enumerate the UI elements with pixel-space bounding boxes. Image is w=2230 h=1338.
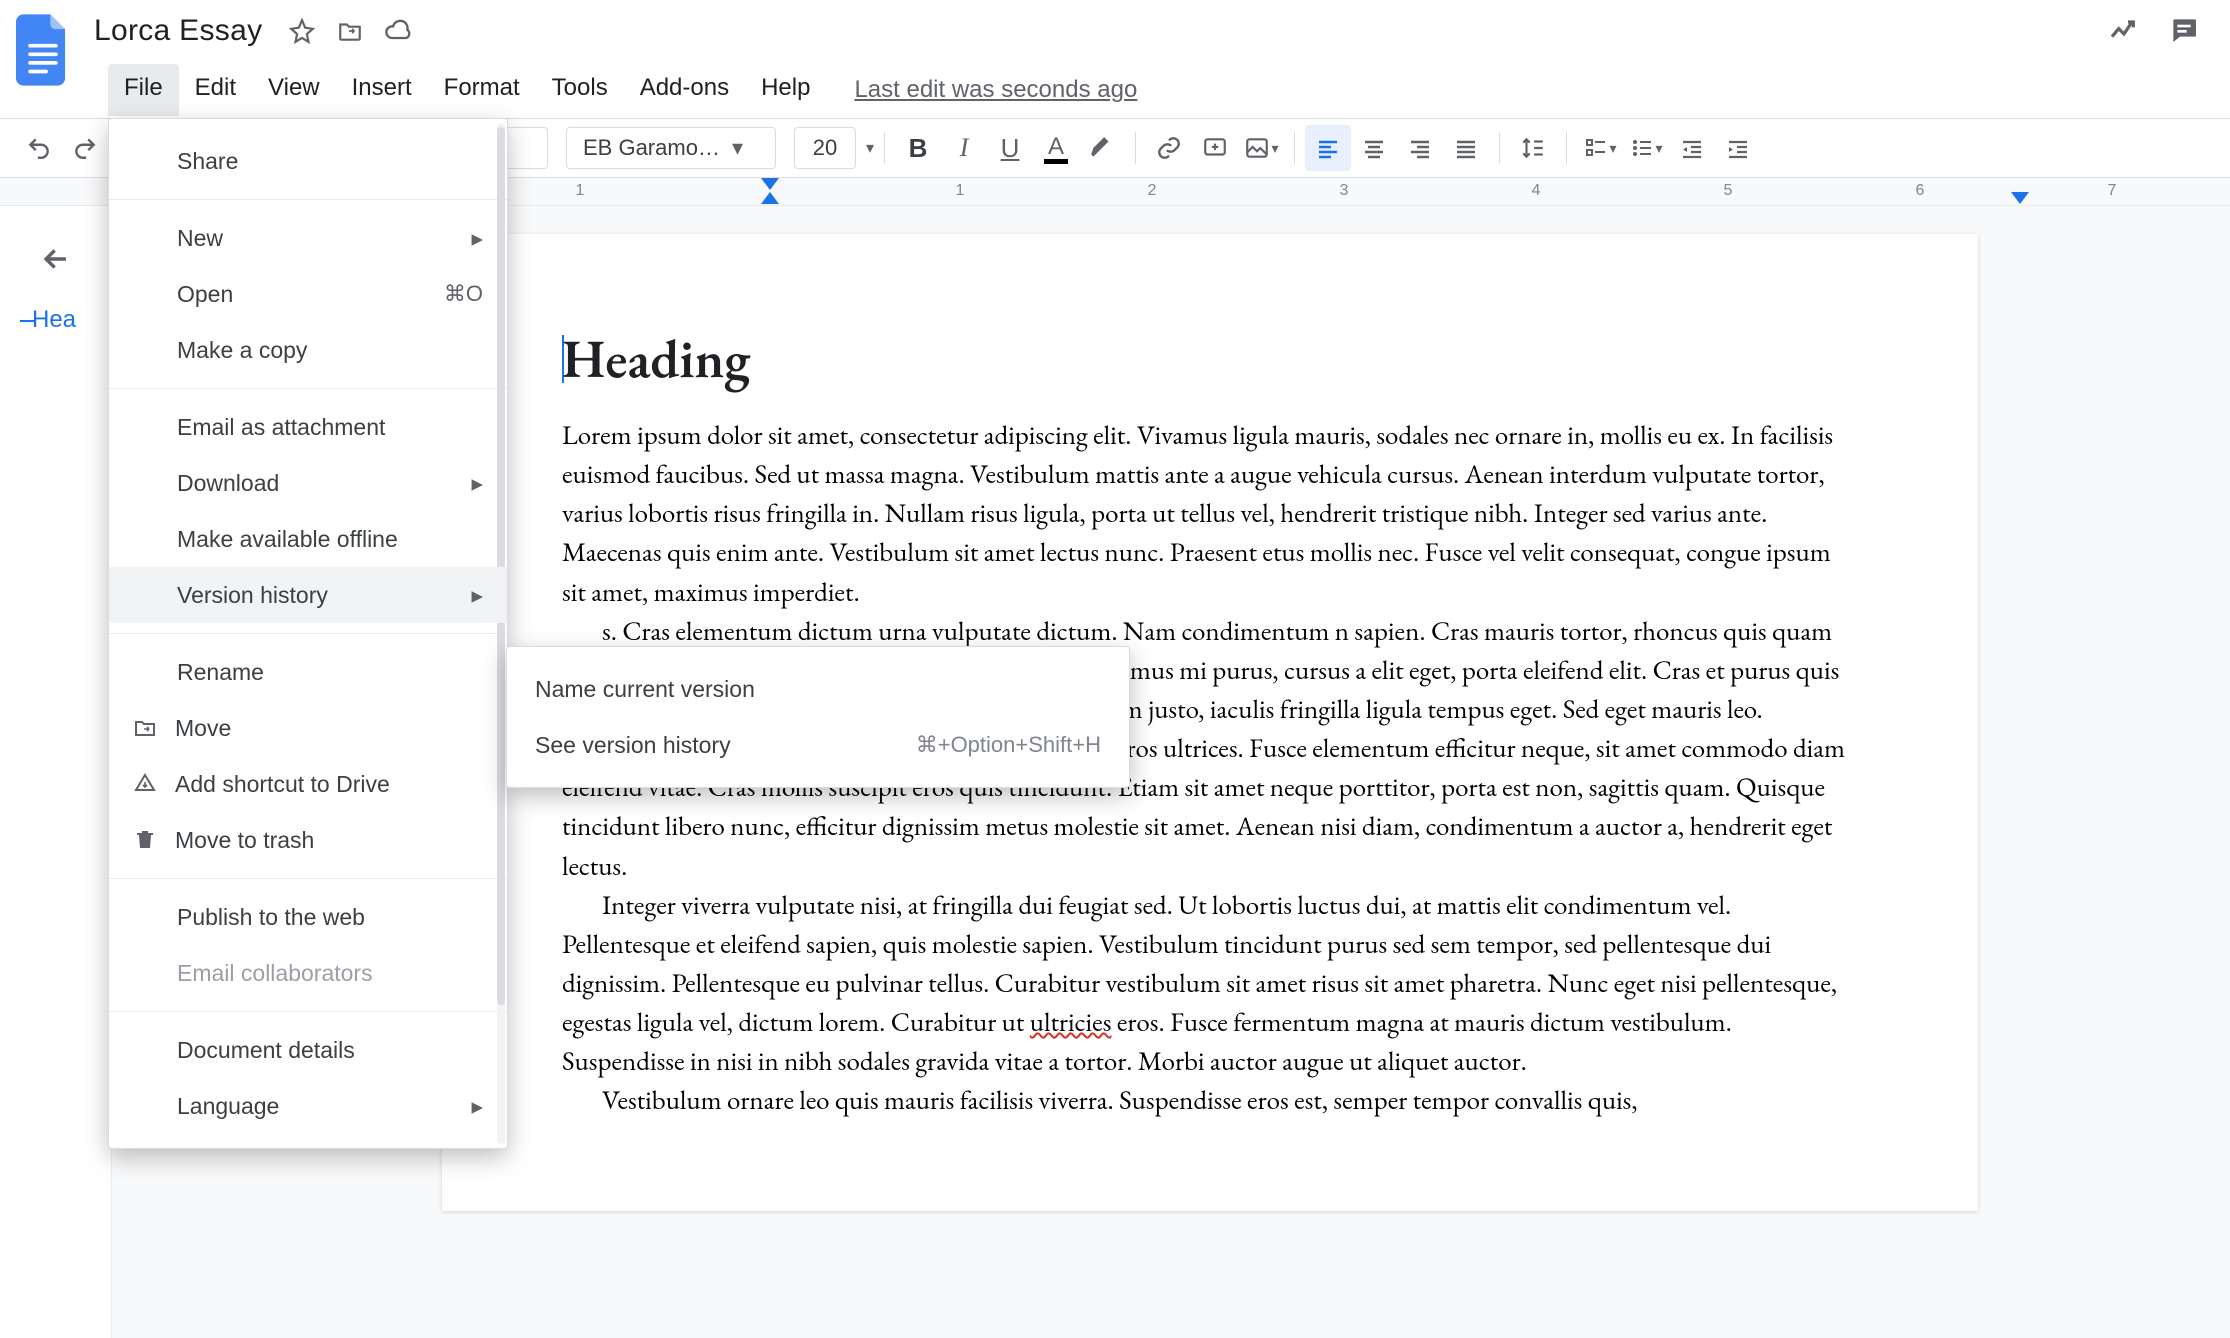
file-menu-publish-web[interactable]: Publish to the web [109, 889, 507, 945]
text-color-button[interactable]: A [1033, 125, 1079, 171]
file-menu-language[interactable]: Language▸ [109, 1078, 507, 1134]
underline-button[interactable]: U [987, 125, 1033, 171]
highlight-color-button[interactable] [1079, 125, 1125, 171]
ruler-right-indent-marker[interactable] [2011, 192, 2029, 204]
file-menu-move[interactable]: Move [109, 700, 507, 756]
activity-trend-icon[interactable] [2108, 14, 2140, 46]
shortcut-label: ⌘O [444, 281, 483, 307]
file-menu-add-shortcut[interactable]: Add shortcut to Drive [109, 756, 507, 812]
move-folder-icon [133, 716, 157, 740]
ruler-first-line-marker[interactable] [761, 178, 779, 190]
file-menu-make-copy[interactable]: Make a copy [109, 322, 507, 378]
file-menu-new[interactable]: New▸ [109, 210, 507, 266]
file-menu-open[interactable]: Open⌘O [109, 266, 507, 322]
doc-heading: Heading [562, 324, 1858, 394]
font-family-label: EB Garamo… [583, 135, 720, 161]
outline-heading-label: Hea [32, 306, 76, 334]
outline-heading-item[interactable]: Hea [0, 306, 111, 334]
caret-down-icon[interactable]: ▾ [866, 138, 874, 158]
undo-button[interactable] [16, 125, 62, 171]
doc-paragraph: Vestibulum ornare leo quis mauris facili… [562, 1081, 1858, 1120]
file-menu-rename[interactable]: Rename [109, 644, 507, 700]
file-menu-email-attachment[interactable]: Email as attachment [109, 399, 507, 455]
ruler-number: 6 [1916, 182, 1925, 200]
cloud-status-icon[interactable] [382, 15, 414, 47]
insert-comment-button[interactable] [1192, 125, 1238, 171]
bold-button[interactable]: B [895, 125, 941, 171]
menu-file[interactable]: File [108, 64, 179, 116]
outline-panel: Hea [0, 206, 112, 1338]
ruler-number: 3 [1340, 182, 1349, 200]
insert-image-button[interactable]: ▾ [1238, 125, 1284, 171]
submenu-name-current-version[interactable]: Name current version [507, 661, 1129, 717]
font-size-input[interactable]: 20 [794, 127, 856, 169]
file-menu-download[interactable]: Download▸ [109, 455, 507, 511]
font-family-select[interactable]: EB Garamo… ▾ [566, 127, 776, 169]
file-menu-document-details[interactable]: Document details [109, 1022, 507, 1078]
file-menu-make-offline[interactable]: Make available offline [109, 511, 507, 567]
menu-insert[interactable]: Insert [336, 64, 428, 116]
drive-shortcut-icon [133, 772, 157, 796]
ruler-number: 1 [956, 182, 965, 200]
align-right-button[interactable] [1397, 125, 1443, 171]
decrease-indent-button[interactable] [1669, 125, 1715, 171]
ruler-number: 4 [1532, 182, 1541, 200]
file-menu-dropdown: Share New▸ Open⌘O Make a copy Email as a… [108, 118, 508, 1149]
bulleted-list-button[interactable]: ▾ [1623, 125, 1669, 171]
ruler-number: 5 [1724, 182, 1733, 200]
outline-back-button[interactable] [39, 242, 73, 276]
star-icon[interactable] [286, 15, 318, 47]
menu-addons[interactable]: Add-ons [624, 64, 745, 116]
document-title[interactable]: Lorca Essay [88, 14, 268, 48]
submenu-see-version-history[interactable]: See version history⌘+Option+Shift+H [507, 717, 1129, 773]
menu-help[interactable]: Help [745, 64, 826, 116]
shortcut-label: ⌘+Option+Shift+H [916, 732, 1101, 758]
file-menu-email-collaborators: Email collaborators [109, 945, 507, 1001]
chevron-right-icon: ▸ [471, 470, 483, 497]
trash-icon [133, 828, 157, 852]
redo-button[interactable] [62, 125, 108, 171]
docs-logo-icon[interactable] [16, 14, 70, 86]
checklist-button[interactable]: ▾ [1577, 125, 1623, 171]
align-justify-button[interactable] [1443, 125, 1489, 171]
line-spacing-button[interactable] [1510, 125, 1556, 171]
doc-paragraph: Lorem ipsum dolor sit amet, consectetur … [562, 416, 1858, 612]
menu-tools[interactable]: Tools [536, 64, 624, 116]
ruler-left-indent-marker[interactable] [761, 192, 779, 204]
comments-icon[interactable] [2168, 14, 2200, 46]
chevron-right-icon: ▸ [471, 225, 483, 252]
file-menu-share[interactable]: Share [109, 133, 507, 189]
move-icon[interactable] [334, 15, 366, 47]
caret-down-icon: ▾ [732, 135, 743, 161]
align-center-button[interactable] [1351, 125, 1397, 171]
ruler-number: 1 [576, 182, 585, 200]
menu-format[interactable]: Format [428, 64, 536, 116]
increase-indent-button[interactable] [1715, 125, 1761, 171]
align-left-button[interactable] [1305, 125, 1351, 171]
last-edit-link[interactable]: Last edit was seconds ago [854, 76, 1137, 104]
ruler-number: 2 [1148, 182, 1157, 200]
chevron-right-icon: ▸ [471, 1093, 483, 1120]
italic-button[interactable]: I [941, 125, 987, 171]
insert-link-button[interactable] [1146, 125, 1192, 171]
chevron-right-icon: ▸ [471, 582, 483, 609]
file-menu-version-history[interactable]: Version history▸ [109, 567, 507, 623]
version-history-submenu: Name current version See version history… [506, 646, 1130, 788]
doc-paragraph: Integer viverra vulputate nisi, at fring… [562, 886, 1858, 1082]
menu-view[interactable]: View [252, 64, 336, 116]
ruler-number: 7 [2108, 182, 2117, 200]
menu-edit[interactable]: Edit [179, 64, 252, 116]
file-menu-move-to-trash[interactable]: Move to trash [109, 812, 507, 868]
